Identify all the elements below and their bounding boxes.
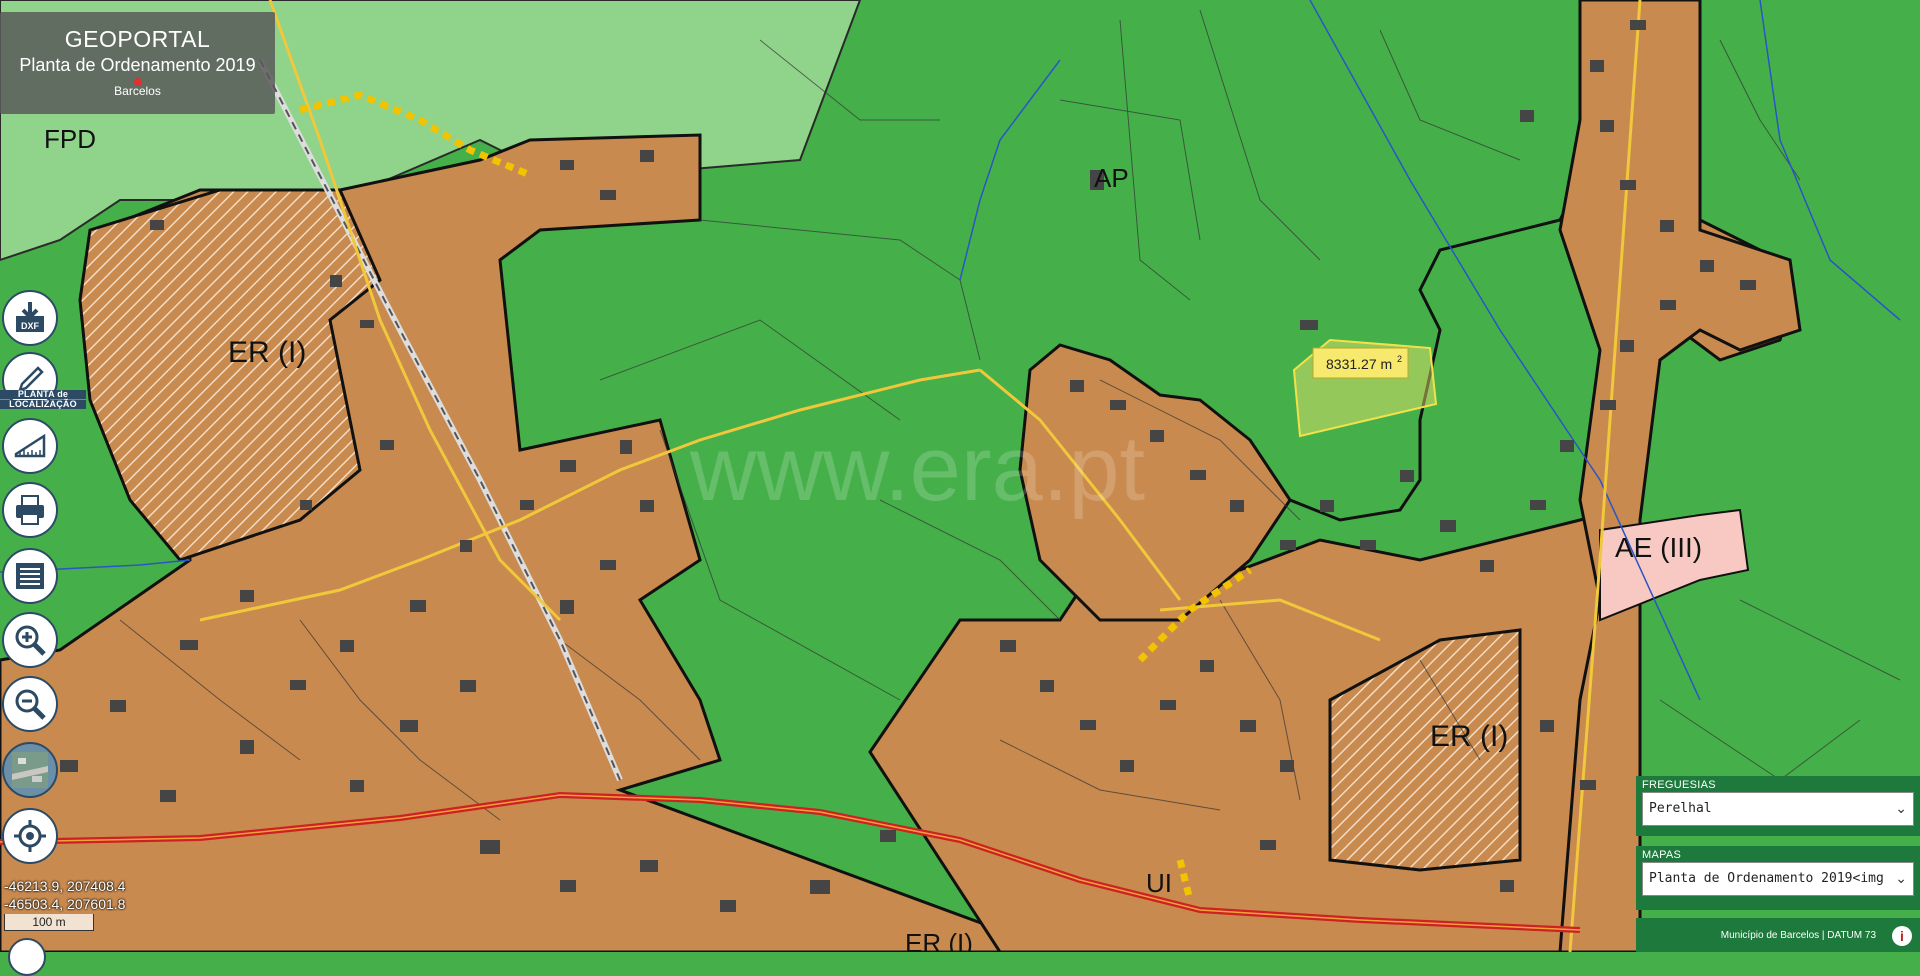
geolocate-button[interactable] xyxy=(2,808,58,864)
freguesias-selected: Perelhal xyxy=(1649,801,1712,816)
zone-label-er-left: ER (I) xyxy=(228,336,306,369)
zoom-in-button[interactable] xyxy=(2,612,58,668)
zone-label-er-right: ER (I) xyxy=(1430,720,1508,753)
map-canvas[interactable]: 8331.27 m 2 www.era.pt FPD ER (I) AP AE … xyxy=(0,0,1920,952)
footer-bar: Município de Barcelos | DATUM 73 i xyxy=(1636,918,1920,952)
measurement-unit: 2 xyxy=(1397,354,1402,364)
chevron-down-icon: ⌄ xyxy=(1895,871,1907,887)
bottom-tool-button[interactable] xyxy=(8,938,46,976)
chevron-down-icon: ⌄ xyxy=(1895,801,1907,817)
mapas-selected: Planta de Ordenamento 2019<img xyxy=(1649,871,1884,886)
ruler-icon xyxy=(14,433,46,458)
svg-text:DXF: DXF xyxy=(21,321,40,331)
mapas-panel: MAPAS Planta de Ordenamento 2019<img ⌄ xyxy=(1636,846,1920,910)
measure-button[interactable] xyxy=(2,418,58,474)
coordinate-readout-1: -46213.9, 207408.4 xyxy=(4,878,126,894)
zoom-out-button[interactable] xyxy=(2,676,58,732)
list-icon xyxy=(16,563,44,589)
scale-bar: 100 m xyxy=(4,914,94,931)
header-location: Barcelos xyxy=(114,84,161,98)
zone-label-ae: AE (III) xyxy=(1615,532,1702,563)
header-title: GEOPORTAL xyxy=(64,26,211,52)
printer-icon xyxy=(16,495,44,525)
header-subtitle: Planta de Ordenamento 2019 xyxy=(19,55,256,75)
download-icon: DXF xyxy=(16,302,44,332)
mapas-label: MAPAS xyxy=(1642,849,1682,861)
footer-credit: Município de Barcelos | DATUM 73 xyxy=(1720,930,1876,941)
zone-label-ap: AP xyxy=(1094,163,1129,193)
legend-button[interactable] xyxy=(2,548,58,604)
geoportal-header: GEOPORTAL Planta de Ordenamento 2019 Bar… xyxy=(0,12,275,114)
zone-label-ul: UI xyxy=(1146,868,1172,898)
dxf-download-button[interactable]: DXF xyxy=(2,290,58,346)
measurement-value: 8331.27 m xyxy=(1326,356,1392,372)
crosshair-icon xyxy=(14,820,46,852)
print-button[interactable] xyxy=(2,482,58,538)
location-plan-label-2: LOCALIZAÇÃO xyxy=(0,400,86,409)
watermark: www.era.pt xyxy=(689,418,1145,520)
info-icon[interactable]: i xyxy=(1892,926,1912,946)
satellite-view-button[interactable] xyxy=(2,742,58,798)
satellite-icon xyxy=(12,752,48,788)
zoom-out-icon xyxy=(15,689,46,720)
freguesias-select[interactable]: Perelhal ⌄ xyxy=(1642,792,1914,826)
freguesias-panel: FREGUESIAS Perelhal ⌄ xyxy=(1636,776,1920,836)
zone-label-er-bottom: ER (I) xyxy=(905,928,973,952)
freguesias-label: FREGUESIAS xyxy=(1642,779,1716,791)
zoom-in-icon xyxy=(15,625,46,656)
coordinate-readout-2: -46503.4, 207601.8 xyxy=(4,896,126,912)
mapas-select[interactable]: Planta de Ordenamento 2019<img ⌄ xyxy=(1642,862,1914,896)
location-plan-label-1: PLANTA de xyxy=(0,390,86,399)
zone-label-fpd: FPD xyxy=(44,124,96,154)
